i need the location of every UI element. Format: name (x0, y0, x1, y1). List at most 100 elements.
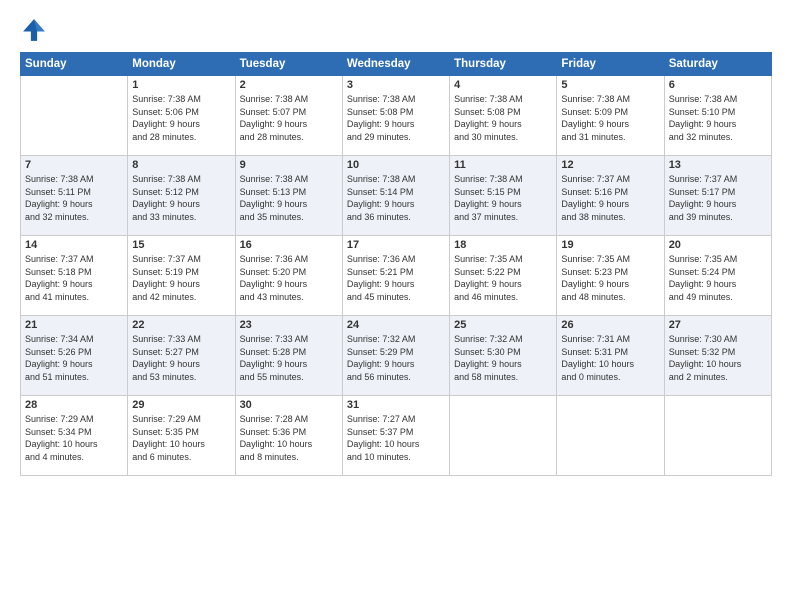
calendar-cell: 18 Sunrise: 7:35 AM Sunset: 5:22 PM Dayli… (450, 236, 557, 316)
day-number: 26 (561, 319, 659, 331)
day-info: Sunrise: 7:29 AM Sunset: 5:35 PM Dayligh… (132, 413, 230, 463)
day-number: 31 (347, 399, 445, 411)
calendar-cell: 27 Sunrise: 7:30 AM Sunset: 5:32 PM Dayli… (664, 316, 771, 396)
day-number: 13 (669, 159, 767, 171)
day-info: Sunrise: 7:35 AM Sunset: 5:22 PM Dayligh… (454, 253, 552, 303)
day-info: Sunrise: 7:38 AM Sunset: 5:12 PM Dayligh… (132, 173, 230, 223)
day-info: Sunrise: 7:30 AM Sunset: 5:32 PM Dayligh… (669, 333, 767, 383)
day-number: 8 (132, 159, 230, 171)
day-info: Sunrise: 7:38 AM Sunset: 5:06 PM Dayligh… (132, 93, 230, 143)
logo (20, 16, 52, 44)
calendar-cell: 19 Sunrise: 7:35 AM Sunset: 5:23 PM Dayli… (557, 236, 664, 316)
day-info: Sunrise: 7:37 AM Sunset: 5:17 PM Dayligh… (669, 173, 767, 223)
calendar-cell: 7Sunrise: 7:38 AM Sunset: 5:11 PM Daylig… (21, 156, 128, 236)
day-number: 27 (669, 319, 767, 331)
week-row-1: 7Sunrise: 7:38 AM Sunset: 5:11 PM Daylig… (21, 156, 772, 236)
calendar-header-row: SundayMondayTuesdayWednesdayThursdayFrid… (21, 53, 772, 76)
day-info: Sunrise: 7:37 AM Sunset: 5:16 PM Dayligh… (561, 173, 659, 223)
calendar-cell: 17 Sunrise: 7:36 AM Sunset: 5:21 PM Dayli… (342, 236, 449, 316)
day-number: 18 (454, 239, 552, 251)
day-number: 1 (132, 79, 230, 91)
day-number: 11 (454, 159, 552, 171)
calendar-cell: 29 Sunrise: 7:29 AM Sunset: 5:35 PM Dayli… (128, 396, 235, 476)
day-number: 9 (240, 159, 338, 171)
calendar-cell: 30Sunrise: 7:28 AM Sunset: 5:36 PM Dayli… (235, 396, 342, 476)
calendar-cell: 16Sunrise: 7:36 AM Sunset: 5:20 PM Dayli… (235, 236, 342, 316)
day-info: Sunrise: 7:38 AM Sunset: 5:07 PM Dayligh… (240, 93, 338, 143)
header-friday: Friday (557, 53, 664, 76)
day-info: Sunrise: 7:35 AM Sunset: 5:23 PM Dayligh… (561, 253, 659, 303)
calendar-cell: 9 Sunrise: 7:38 AM Sunset: 5:13 PM Daylig… (235, 156, 342, 236)
calendar-cell: 14 Sunrise: 7:37 AM Sunset: 5:18 PM Dayli… (21, 236, 128, 316)
calendar-cell: 3Sunrise: 7:38 AM Sunset: 5:08 PM Daylig… (342, 76, 449, 156)
header-wednesday: Wednesday (342, 53, 449, 76)
day-number: 4 (454, 79, 552, 91)
day-info: Sunrise: 7:28 AM Sunset: 5:36 PM Dayligh… (240, 413, 338, 463)
day-info: Sunrise: 7:36 AM Sunset: 5:20 PM Dayligh… (240, 253, 338, 303)
header-tuesday: Tuesday (235, 53, 342, 76)
calendar-cell: 24 Sunrise: 7:32 AM Sunset: 5:29 PM Dayli… (342, 316, 449, 396)
logo-icon (20, 16, 48, 44)
day-number: 22 (132, 319, 230, 331)
day-number: 19 (561, 239, 659, 251)
calendar-cell (450, 396, 557, 476)
calendar-cell: 20 Sunrise: 7:35 AM Sunset: 5:24 PM Dayli… (664, 236, 771, 316)
week-row-2: 14 Sunrise: 7:37 AM Sunset: 5:18 PM Dayli… (21, 236, 772, 316)
page: SundayMondayTuesdayWednesdayThursdayFrid… (0, 0, 792, 612)
header-thursday: Thursday (450, 53, 557, 76)
day-info: Sunrise: 7:32 AM Sunset: 5:29 PM Dayligh… (347, 333, 445, 383)
calendar-cell: 4Sunrise: 7:38 AM Sunset: 5:08 PM Daylig… (450, 76, 557, 156)
calendar-table: SundayMondayTuesdayWednesdayThursdayFrid… (20, 52, 772, 476)
day-info: Sunrise: 7:36 AM Sunset: 5:21 PM Dayligh… (347, 253, 445, 303)
calendar-cell: 21Sunrise: 7:34 AM Sunset: 5:26 PM Dayli… (21, 316, 128, 396)
week-row-0: 1 Sunrise: 7:38 AM Sunset: 5:06 PM Daylig… (21, 76, 772, 156)
day-info: Sunrise: 7:37 AM Sunset: 5:18 PM Dayligh… (25, 253, 123, 303)
calendar-cell: 22 Sunrise: 7:33 AM Sunset: 5:27 PM Dayli… (128, 316, 235, 396)
calendar-cell: 10 Sunrise: 7:38 AM Sunset: 5:14 PM Dayli… (342, 156, 449, 236)
day-info: Sunrise: 7:38 AM Sunset: 5:10 PM Dayligh… (669, 93, 767, 143)
calendar-cell: 28 Sunrise: 7:29 AM Sunset: 5:34 PM Dayli… (21, 396, 128, 476)
day-number: 28 (25, 399, 123, 411)
calendar-cell: 25 Sunrise: 7:32 AM Sunset: 5:30 PM Dayli… (450, 316, 557, 396)
day-info: Sunrise: 7:33 AM Sunset: 5:28 PM Dayligh… (240, 333, 338, 383)
day-info: Sunrise: 7:38 AM Sunset: 5:15 PM Dayligh… (454, 173, 552, 223)
day-number: 3 (347, 79, 445, 91)
calendar-cell: 26 Sunrise: 7:31 AM Sunset: 5:31 PM Dayli… (557, 316, 664, 396)
day-number: 10 (347, 159, 445, 171)
day-number: 7 (25, 159, 123, 171)
day-number: 2 (240, 79, 338, 91)
day-info: Sunrise: 7:32 AM Sunset: 5:30 PM Dayligh… (454, 333, 552, 383)
day-info: Sunrise: 7:29 AM Sunset: 5:34 PM Dayligh… (25, 413, 123, 463)
day-info: Sunrise: 7:27 AM Sunset: 5:37 PM Dayligh… (347, 413, 445, 463)
calendar-cell: 31 Sunrise: 7:27 AM Sunset: 5:37 PM Dayli… (342, 396, 449, 476)
day-number: 20 (669, 239, 767, 251)
calendar-cell (664, 396, 771, 476)
week-row-3: 21Sunrise: 7:34 AM Sunset: 5:26 PM Dayli… (21, 316, 772, 396)
day-number: 24 (347, 319, 445, 331)
calendar-cell: 2 Sunrise: 7:38 AM Sunset: 5:07 PM Daylig… (235, 76, 342, 156)
day-number: 5 (561, 79, 659, 91)
day-number: 17 (347, 239, 445, 251)
day-info: Sunrise: 7:31 AM Sunset: 5:31 PM Dayligh… (561, 333, 659, 383)
calendar-cell: 23 Sunrise: 7:33 AM Sunset: 5:28 PM Dayli… (235, 316, 342, 396)
day-info: Sunrise: 7:35 AM Sunset: 5:24 PM Dayligh… (669, 253, 767, 303)
calendar-cell: 1 Sunrise: 7:38 AM Sunset: 5:06 PM Daylig… (128, 76, 235, 156)
day-number: 21 (25, 319, 123, 331)
calendar-cell: 15Sunrise: 7:37 AM Sunset: 5:19 PM Dayli… (128, 236, 235, 316)
header-monday: Monday (128, 53, 235, 76)
header-saturday: Saturday (664, 53, 771, 76)
day-number: 29 (132, 399, 230, 411)
day-number: 25 (454, 319, 552, 331)
calendar-cell (557, 396, 664, 476)
day-number: 23 (240, 319, 338, 331)
day-info: Sunrise: 7:38 AM Sunset: 5:13 PM Dayligh… (240, 173, 338, 223)
calendar-cell: 11 Sunrise: 7:38 AM Sunset: 5:15 PM Dayli… (450, 156, 557, 236)
header-sunday: Sunday (21, 53, 128, 76)
week-row-4: 28 Sunrise: 7:29 AM Sunset: 5:34 PM Dayli… (21, 396, 772, 476)
calendar-cell: 13 Sunrise: 7:37 AM Sunset: 5:17 PM Dayli… (664, 156, 771, 236)
calendar-cell (21, 76, 128, 156)
day-info: Sunrise: 7:37 AM Sunset: 5:19 PM Dayligh… (132, 253, 230, 303)
day-number: 14 (25, 239, 123, 251)
day-info: Sunrise: 7:33 AM Sunset: 5:27 PM Dayligh… (132, 333, 230, 383)
day-info: Sunrise: 7:38 AM Sunset: 5:14 PM Dayligh… (347, 173, 445, 223)
